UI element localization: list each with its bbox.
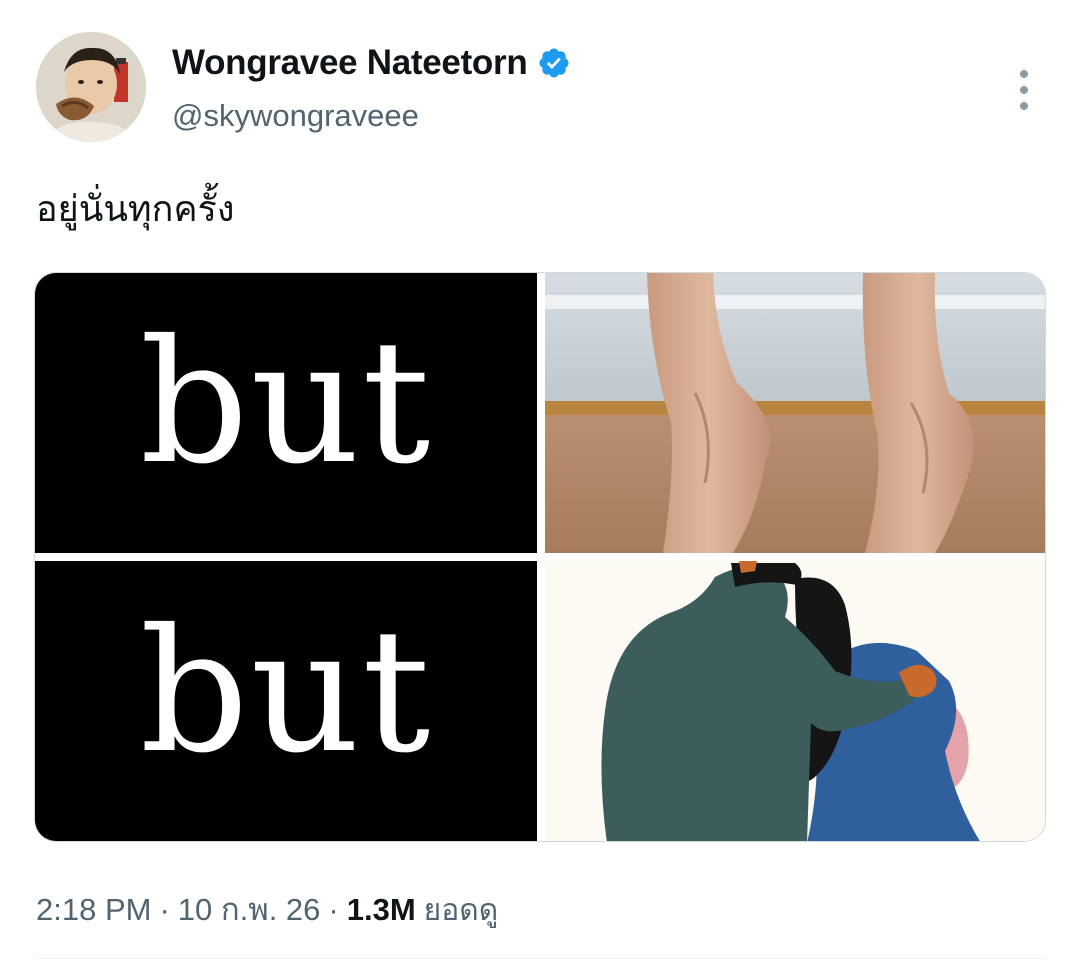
more-dot — [1020, 70, 1028, 78]
tweet-meta: 2:18 PM · 10 ก.พ. 26 · 1.3M ยอดดู — [36, 884, 498, 934]
ballet-feet-photo — [545, 273, 1045, 553]
media-image-bottom-left[interactable]: but — [35, 561, 537, 841]
author-handle[interactable]: @skywongraveee — [172, 98, 419, 134]
media-image-bottom-right[interactable] — [545, 561, 1045, 841]
author-name-text: Wongravee Nateetorn — [172, 43, 528, 82]
more-options-icon[interactable] — [1004, 68, 1044, 112]
tweet-date[interactable]: 10 ก.พ. 26 — [178, 884, 321, 934]
media-image-top-right[interactable] — [545, 273, 1045, 553]
meme-word-bottom: but — [139, 593, 433, 791]
avatar-image — [36, 32, 146, 142]
tweet-media[interactable]: but but — [34, 272, 1046, 842]
views-label: ยอดดู — [423, 893, 499, 928]
verified-badge-icon — [537, 46, 571, 80]
tweet-text: อยู่นั่นทุกครั้ง — [36, 189, 235, 230]
avatar[interactable] — [36, 32, 146, 142]
media-image-top-left[interactable]: but — [35, 273, 537, 553]
views-count[interactable]: 1.3M — [347, 892, 416, 928]
more-dot — [1020, 86, 1028, 94]
divider — [36, 958, 1046, 959]
more-dot — [1020, 102, 1028, 110]
hug-illustration — [545, 561, 1045, 841]
meme-word-top: but — [139, 304, 433, 502]
meta-separator: · — [328, 892, 339, 927]
tweet-time[interactable]: 2:18 PM — [36, 892, 151, 928]
meta-separator: · — [159, 892, 170, 927]
author-display-name[interactable]: Wongravee Nateetorn — [172, 43, 571, 83]
